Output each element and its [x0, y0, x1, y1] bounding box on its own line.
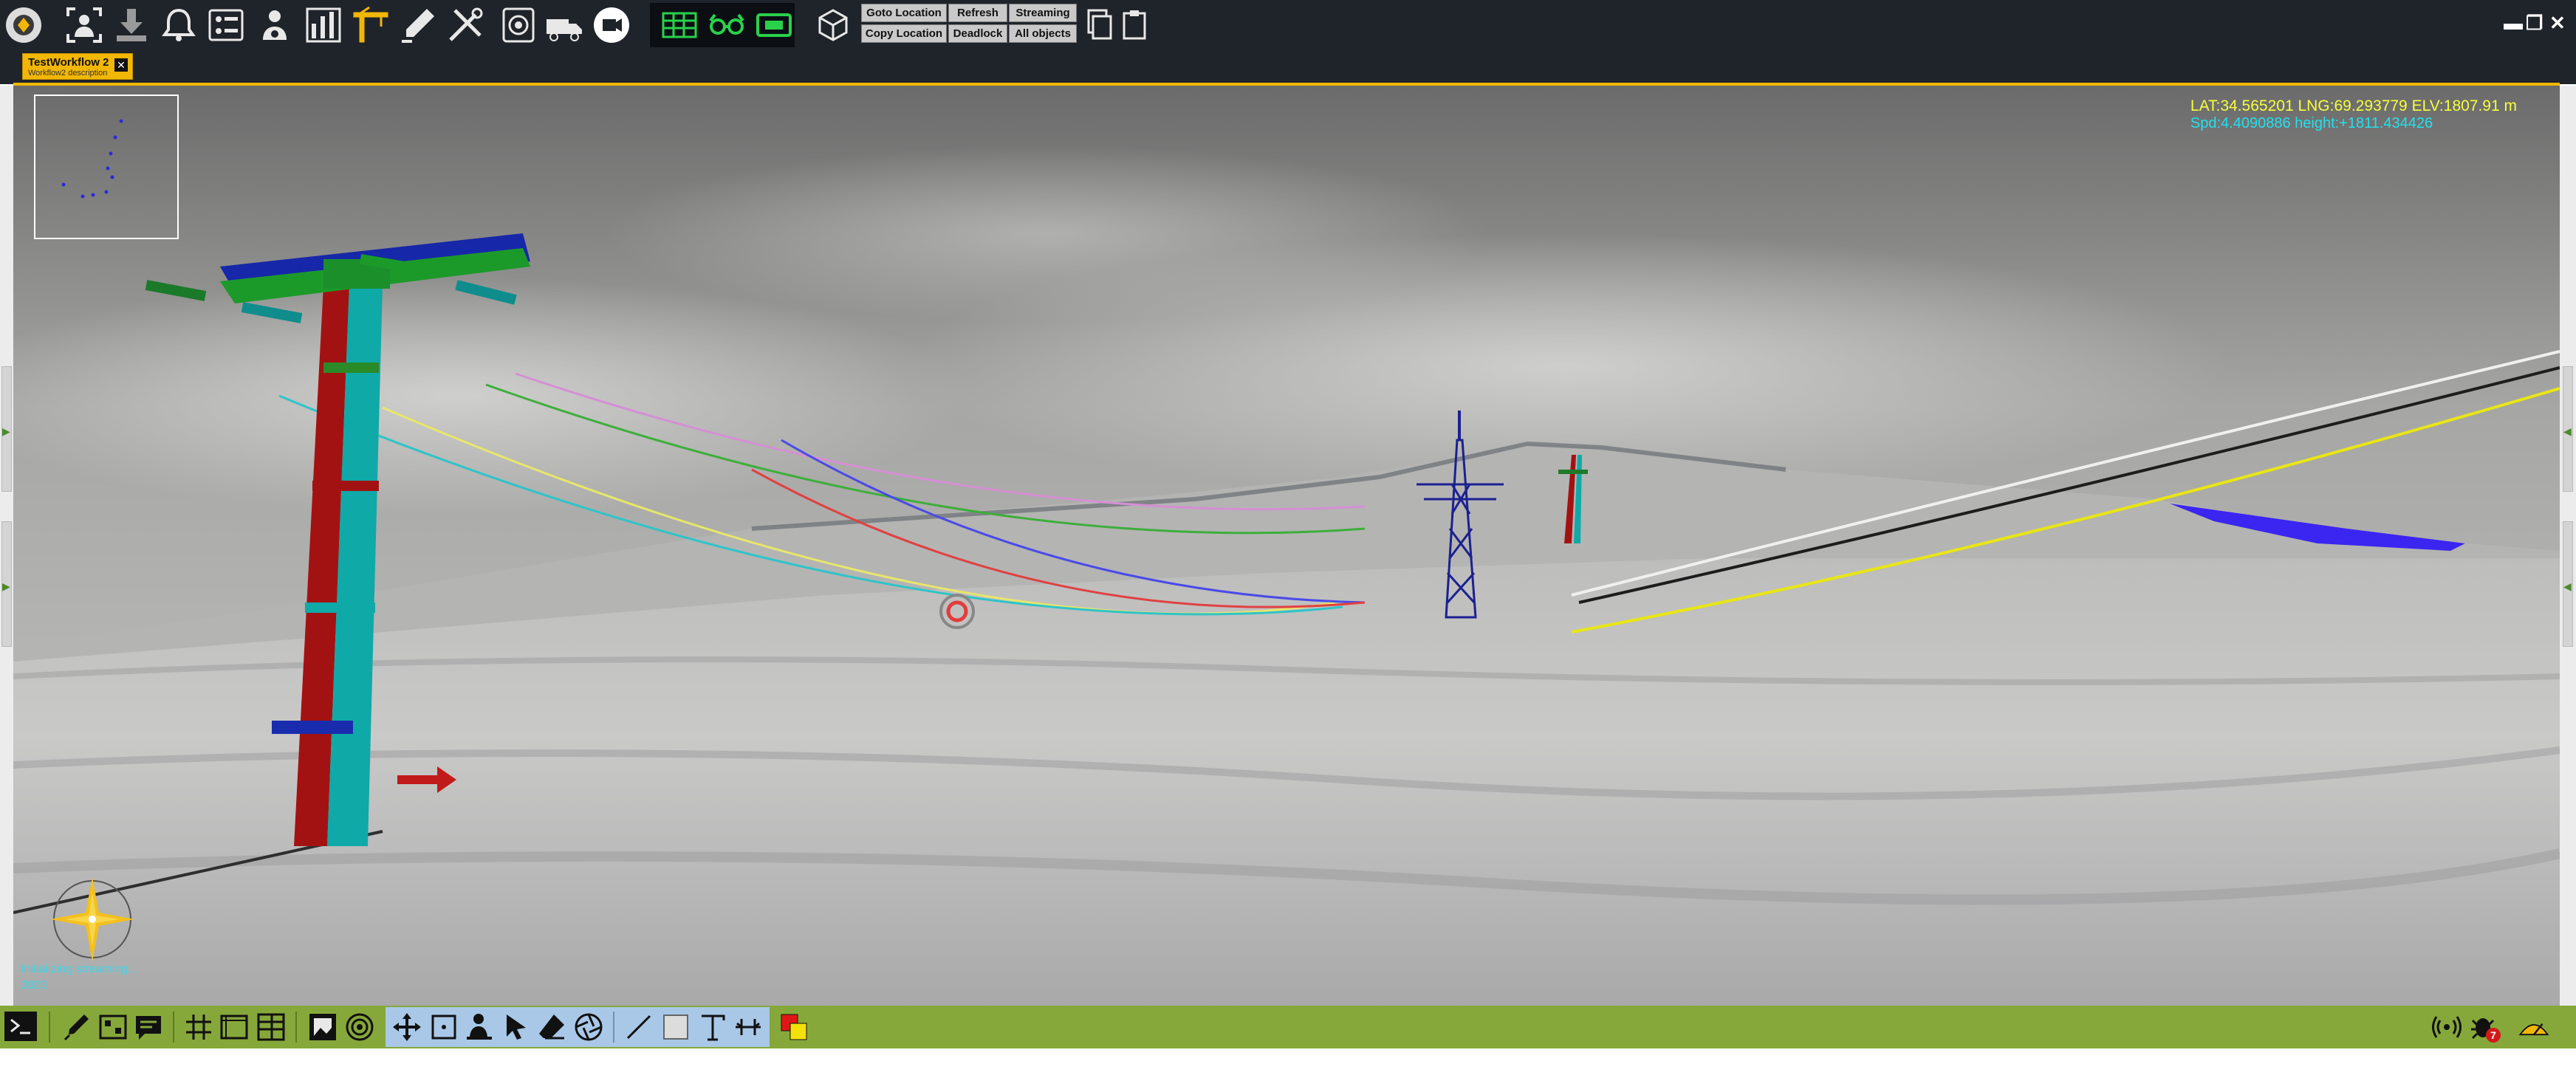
user-pin-icon[interactable]	[462, 1010, 496, 1044]
tab-close-icon[interactable]: ✕	[114, 58, 128, 72]
toolbar-separator	[49, 1012, 50, 1043]
signal-icon[interactable]	[2430, 1010, 2464, 1044]
watermark-text: Initializing streaming...	[21, 963, 138, 975]
notifications-count-badge: 7	[2486, 1028, 2501, 1043]
chat-icon[interactable]	[131, 1010, 165, 1044]
select-box-icon[interactable]	[427, 1010, 461, 1044]
film-green-icon[interactable]	[753, 4, 795, 46]
target-icon[interactable]	[498, 4, 539, 46]
goto-location-button[interactable]: Goto Location	[861, 4, 947, 22]
line-tool-icon[interactable]	[622, 1010, 656, 1044]
camera-icon[interactable]	[591, 4, 632, 46]
scan-person-icon[interactable]	[64, 4, 105, 46]
tab-workflow[interactable]: TestWorkflow 2 Workflow2 description ✕	[22, 53, 133, 80]
text-tool-icon[interactable]	[696, 1010, 730, 1044]
app-logo-icon[interactable]	[3, 4, 44, 46]
bell-icon[interactable]	[158, 4, 199, 46]
left-expand-arrow-icon[interactable]: ▶	[2, 580, 10, 593]
status-area	[0, 1048, 2576, 1078]
toolbar-separator	[613, 1012, 614, 1043]
bottom-toolbar: 7	[0, 1006, 2576, 1048]
bug-icon[interactable]: 7	[2467, 1010, 2501, 1044]
crane-icon[interactable]	[350, 4, 391, 46]
measure-icon[interactable]	[731, 1010, 765, 1044]
workflow-icon[interactable]	[96, 1010, 130, 1044]
clipboard-icon[interactable]	[1114, 4, 1155, 46]
streaming-button[interactable]: Streaming	[1009, 4, 1077, 22]
tab-strip	[0, 50, 2576, 84]
frame-icon[interactable]	[217, 1010, 251, 1044]
user-gear-icon[interactable]	[254, 4, 295, 46]
toolbar-separator	[295, 1012, 297, 1043]
right-expand-arrow-icon[interactable]: ◀	[2563, 580, 2572, 593]
close-window-button[interactable]: ✕	[2549, 12, 2566, 35]
compass-icon	[44, 871, 140, 967]
rectangle-tool-icon[interactable]	[659, 1010, 693, 1044]
pointer-icon[interactable]	[499, 1010, 533, 1044]
tab-description: Workflow2 description	[28, 69, 108, 78]
eraser-icon[interactable]	[535, 1010, 569, 1044]
right-expand-arrow-icon[interactable]: ◀	[2563, 425, 2572, 438]
left-panel-edge: ▶ ▶	[0, 86, 13, 1006]
toolbar-separator	[173, 1012, 174, 1043]
table-green-icon[interactable]	[659, 4, 700, 46]
copy-location-button[interactable]: Copy Location	[861, 24, 947, 43]
all-objects-button[interactable]: All objects	[1009, 24, 1077, 43]
image-frame-icon[interactable]	[306, 1010, 340, 1044]
minimize-button[interactable]: ▬	[2504, 12, 2523, 35]
color-picker-icon[interactable]	[777, 1010, 811, 1044]
layers-icon[interactable]	[254, 1010, 288, 1044]
scene-render	[13, 86, 2560, 1006]
right-panel-edge: ◀ ◀	[2560, 86, 2576, 1006]
cube-icon[interactable]	[812, 4, 854, 46]
grid-chart-icon[interactable]	[303, 4, 344, 46]
coordinates-speed-height: Spd:4.4090886 height:+1811.434426	[2190, 115, 2433, 131]
pen-icon[interactable]	[397, 4, 439, 46]
dashboard-icon[interactable]	[205, 4, 247, 46]
coordinates-lat-lng: LAT:34.565201 LNG:69.293779 ELV:1807.91 …	[2190, 97, 2517, 114]
coordinates-readout: LAT:34.565201 LNG:69.293779 ELV:1807.91 …	[2190, 97, 2517, 132]
download-icon[interactable]	[111, 4, 152, 46]
tools-icon[interactable]	[445, 4, 486, 46]
aperture-icon[interactable]	[572, 1010, 606, 1044]
truck-icon[interactable]	[544, 4, 585, 46]
grid-icon[interactable]	[182, 1010, 216, 1044]
restore-button[interactable]: ❐	[2526, 12, 2543, 35]
minimap[interactable]	[34, 95, 179, 239]
3d-viewport[interactable]	[13, 86, 2560, 1006]
brush-icon[interactable]	[59, 1010, 93, 1044]
terminal-icon[interactable]	[4, 1012, 37, 1041]
tab-title: TestWorkflow 2	[28, 56, 109, 69]
top-toolbar: Goto Location Refresh Streaming Copy Loc…	[0, 0, 2576, 50]
watermark-text: 2023	[21, 979, 47, 992]
cloud	[604, 145, 1490, 322]
speed-gauge-icon[interactable]	[2508, 1010, 2560, 1044]
swirl-icon[interactable]	[343, 1010, 377, 1044]
refresh-button[interactable]: Refresh	[948, 4, 1007, 22]
left-expand-arrow-icon[interactable]: ▶	[2, 425, 10, 438]
move-icon[interactable]	[390, 1010, 424, 1044]
glasses-green-icon[interactable]	[706, 4, 747, 46]
deadlock-button[interactable]: Deadlock	[948, 24, 1007, 43]
